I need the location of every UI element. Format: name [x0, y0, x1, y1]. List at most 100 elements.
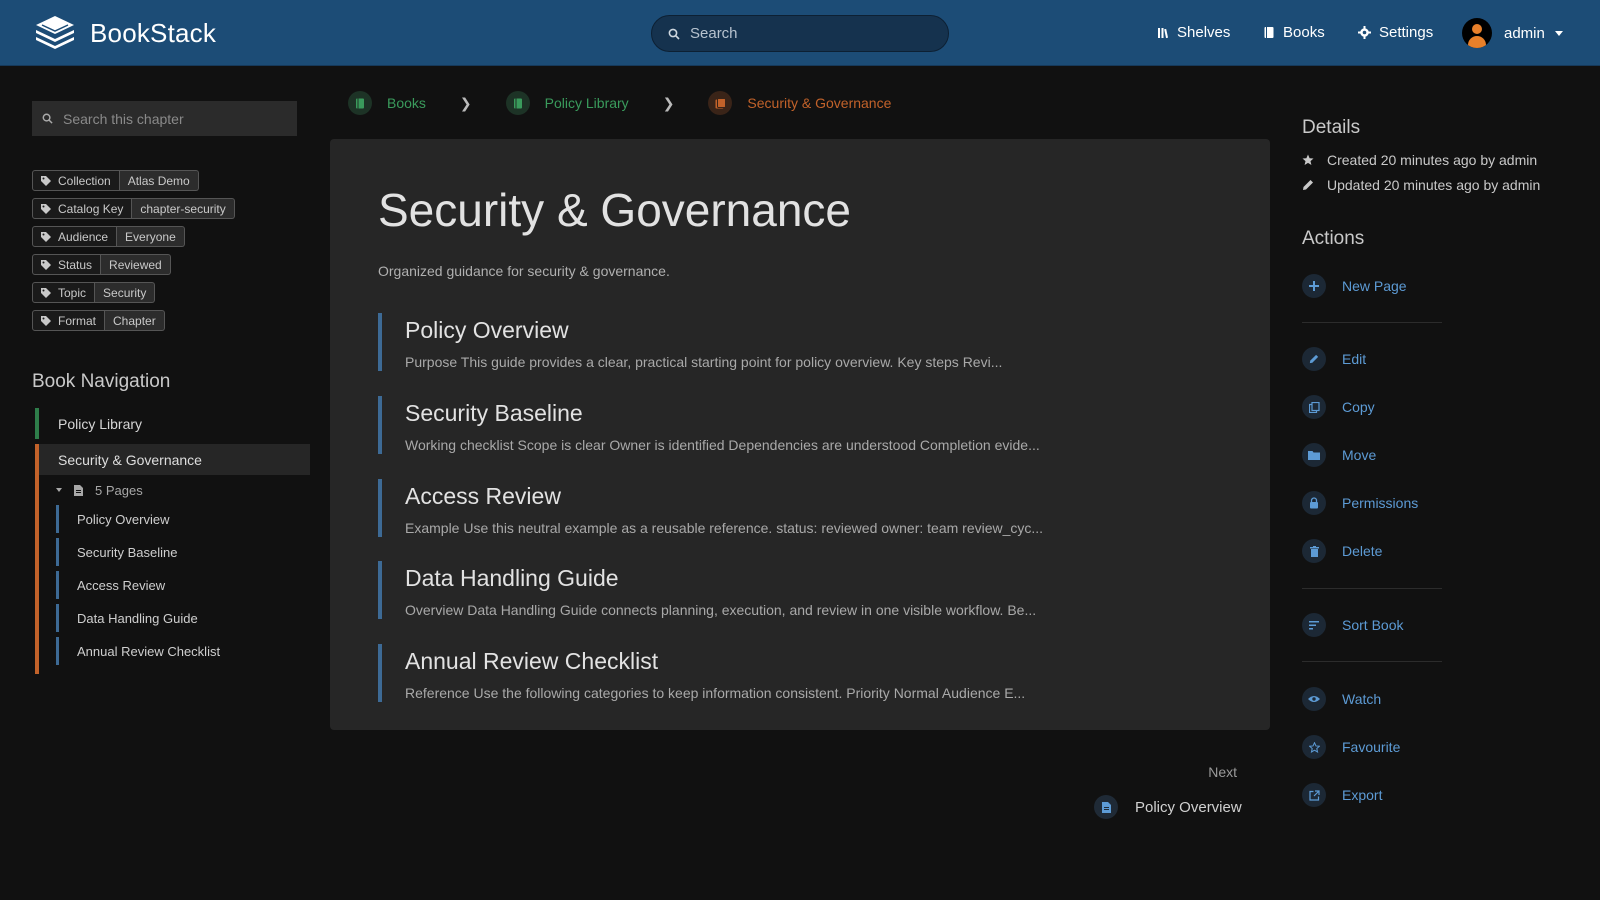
breadcrumb-chapter-label: Security & Governance	[747, 95, 892, 111]
sort-icon	[1302, 613, 1326, 637]
tag-name[interactable]: Topic	[32, 282, 96, 303]
page-list-item[interactable]: Annual Review Checklist Reference Use th…	[378, 644, 1238, 702]
copy-button[interactable]: Copy	[1302, 395, 1375, 419]
global-search-input[interactable]	[690, 25, 920, 42]
breadcrumb-book[interactable]: Policy Library	[505, 91, 629, 115]
delete-label: Delete	[1342, 543, 1383, 559]
tag[interactable]: Collection Atlas Demo	[32, 170, 235, 191]
nav-page-item[interactable]: Data Handling Guide	[56, 604, 310, 632]
avatar	[1462, 18, 1492, 48]
breadcrumb-books[interactable]: Books	[348, 91, 426, 115]
tag-icon	[41, 259, 51, 270]
edit-button[interactable]: Edit	[1302, 347, 1366, 371]
tag-name[interactable]: Collection	[32, 170, 120, 191]
edit-label: Edit	[1342, 351, 1367, 367]
created-info: Created 20 minutes ago by admin	[1302, 152, 1537, 168]
tag-value[interactable]: Security	[95, 282, 156, 303]
nav-page-item[interactable]: Policy Overview	[56, 505, 310, 533]
tag-name[interactable]: Format	[32, 310, 106, 331]
nav-settings-label: Settings	[1379, 24, 1434, 41]
tag-list: Collection Atlas Demo Catalog Key chapte…	[32, 170, 235, 338]
created-text: Created 20 minutes ago by admin	[1327, 152, 1538, 168]
shelves-icon	[1158, 27, 1169, 38]
app-logo[interactable]: BookStack	[34, 14, 216, 52]
breadcrumb-books-label: Books	[387, 95, 426, 111]
sort-book-button[interactable]: Sort Book	[1302, 613, 1403, 637]
page-item-excerpt: Working checklist Scope is clear Owner i…	[405, 437, 1040, 453]
caret-down-icon	[56, 488, 62, 492]
pages-toggle[interactable]: 5 Pages	[39, 475, 310, 505]
tag-name[interactable]: Status	[32, 254, 102, 275]
page-item-excerpt: Overview Data Handling Guide connects pl…	[405, 602, 1037, 618]
chapter-description: Organized guidance for security & govern…	[378, 263, 670, 279]
chapter-search-input[interactable]	[63, 110, 283, 127]
watch-button[interactable]: Watch	[1302, 687, 1381, 711]
page-list-item[interactable]: Data Handling Guide Overview Data Handli…	[378, 561, 1238, 619]
divider	[1302, 661, 1442, 662]
details-title: Details	[1302, 117, 1361, 138]
tag-name[interactable]: Audience	[32, 226, 118, 247]
chapter-icon	[708, 91, 733, 115]
next-page-link[interactable]: Policy Overview	[1094, 795, 1242, 819]
global-search[interactable]	[651, 15, 949, 52]
page-item-excerpt: Reference Use the following categories t…	[405, 685, 1026, 701]
star-outline-icon	[1302, 735, 1326, 759]
page-icon	[1094, 795, 1118, 819]
nav-shelves[interactable]: Shelves	[1157, 24, 1230, 41]
export-button[interactable]: Export	[1302, 783, 1382, 807]
tag[interactable]: Format Chapter	[32, 310, 235, 331]
tag-value[interactable]: chapter-security	[132, 198, 235, 219]
tag[interactable]: Catalog Key chapter-security	[32, 198, 235, 219]
new-page-button[interactable]: New Page	[1302, 274, 1407, 298]
nav-chapter-item: Security & Governance 5 Pages Policy Ove…	[35, 444, 310, 674]
nav-settings[interactable]: Settings	[1358, 24, 1433, 41]
nav-page-item[interactable]: Security Baseline	[56, 538, 310, 566]
page-item-title: Policy Overview	[405, 317, 569, 343]
tag-icon	[41, 203, 51, 214]
nav-chapter-title[interactable]: Security & Governance	[39, 444, 310, 475]
next-label: Next	[1208, 764, 1237, 780]
book-icon	[1264, 27, 1274, 38]
tag-value[interactable]: Chapter	[105, 310, 165, 331]
nav-book-item[interactable]: Policy Library	[35, 408, 310, 439]
breadcrumb-chapter[interactable]: Security & Governance	[708, 91, 891, 115]
tag[interactable]: Status Reviewed	[32, 254, 235, 275]
search-icon	[42, 113, 53, 124]
user-menu[interactable]: admin	[1462, 18, 1563, 48]
tag[interactable]: Topic Security	[32, 282, 235, 303]
chevron-down-icon	[1554, 30, 1563, 36]
copy-icon	[1302, 395, 1326, 419]
divider	[1302, 588, 1442, 589]
tag-icon	[41, 287, 51, 298]
chevron-right-icon: ❯	[459, 94, 472, 111]
tag-name[interactable]: Catalog Key	[32, 198, 133, 219]
chevron-right-icon: ❯	[662, 94, 675, 111]
permissions-button[interactable]: Permissions	[1302, 491, 1418, 515]
delete-button[interactable]: Delete	[1302, 539, 1382, 563]
eye-icon	[1302, 687, 1326, 711]
tag-value[interactable]: Everyone	[117, 226, 185, 247]
tag[interactable]: Audience Everyone	[32, 226, 235, 247]
tag-value[interactable]: Atlas Demo	[119, 170, 199, 191]
nav-page-item[interactable]: Access Review	[56, 571, 310, 599]
move-button[interactable]: Move	[1302, 443, 1376, 467]
page-item-title: Annual Review Checklist	[405, 648, 659, 674]
nav-books[interactable]: Books	[1263, 24, 1325, 41]
folder-icon	[1302, 443, 1326, 467]
book-navigation: Policy Library Security & Governance 5 P…	[35, 408, 310, 674]
page-list-item[interactable]: Security Baseline Working checklist Scop…	[378, 396, 1238, 454]
star-icon	[1302, 154, 1314, 165]
pencil-icon	[1303, 180, 1313, 190]
tag-value[interactable]: Reviewed	[101, 254, 171, 275]
actions-title: Actions	[1302, 228, 1365, 249]
page-item-excerpt: Purpose This guide provides a clear, pra…	[405, 354, 1003, 370]
chapter-search[interactable]	[32, 101, 297, 136]
page-list-item[interactable]: Access Review Example Use this neutral e…	[378, 479, 1238, 537]
nav-page-item[interactable]: Annual Review Checklist	[56, 637, 310, 665]
page-list-item[interactable]: Policy Overview Purpose This guide provi…	[378, 313, 1238, 371]
user-name: admin	[1504, 24, 1545, 42]
favourite-button[interactable]: Favourite	[1302, 735, 1400, 759]
tag-icon	[41, 231, 51, 242]
book-icon	[505, 91, 530, 115]
chapter-content-card: Security & Governance Organized guidance…	[330, 139, 1270, 730]
